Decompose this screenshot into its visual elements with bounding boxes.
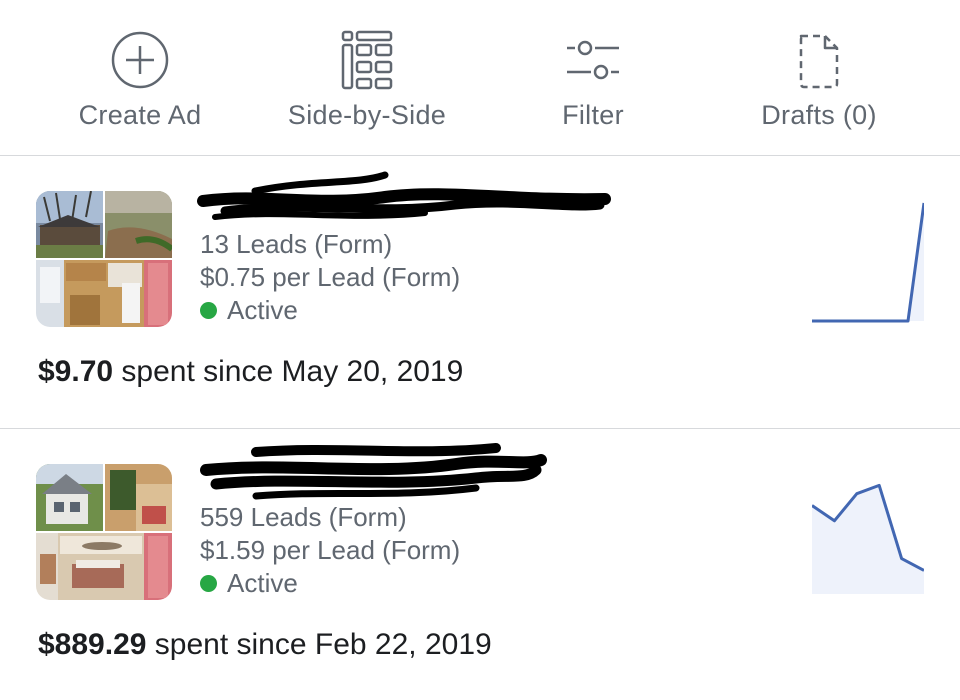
redaction-scribble [197, 171, 611, 220]
status-label: Active [227, 568, 298, 598]
document-icon [799, 34, 839, 89]
ad-row[interactable]: 559 Leads (Form) $1.59 per Lead (Form) A… [0, 430, 960, 700]
ads-toolbar: Create Ad Side-by-Side Filter Drafts (0) [0, 0, 960, 156]
filter-button[interactable]: Filter [483, 28, 703, 148]
status-label: Active [227, 295, 298, 325]
ad-row[interactable]: 13 Leads (Form) $0.75 per Lead (Form) Ac… [0, 157, 960, 429]
create-ad-button[interactable]: Create Ad [30, 28, 250, 148]
filter-sliders-icon [567, 40, 619, 80]
sparkline-area [812, 203, 924, 321]
spent-text: spent since May 20, 2019 [121, 355, 464, 388]
status-dot [200, 574, 217, 592]
performance-sparkline [812, 202, 924, 323]
spent-summary: $9.70 spent since May 20, 2019 [38, 355, 463, 389]
side-by-side-label: Side-by-Side [287, 100, 447, 130]
create-ad-label: Create Ad [78, 100, 202, 130]
spent-amount: $9.70 [38, 355, 114, 388]
status-indicator: Active [200, 568, 298, 599]
leads-count: 559 Leads (Form) [200, 502, 407, 532]
performance-sparkline [812, 483, 924, 594]
plus-circle-icon [111, 31, 169, 89]
sparkline-line [812, 202, 924, 323]
status-indicator: Active [200, 295, 298, 326]
status-dot [200, 301, 217, 319]
leads-count: 13 Leads (Form) [200, 229, 393, 259]
ads-manager-screen: Create Ad Side-by-Side Filter Drafts (0)… [0, 0, 960, 700]
ad-thumbnail-collage [36, 191, 172, 327]
cost-per-lead: $0.75 per Lead (Form) [200, 262, 461, 292]
spent-text: spent since Feb 22, 2019 [154, 628, 492, 661]
spent-amount: $889.29 [38, 628, 147, 661]
side-by-side-button[interactable]: Side-by-Side [257, 28, 477, 148]
drafts-label: Drafts (0) [761, 100, 877, 130]
cost-per-lead: $1.59 per Lead (Form) [200, 535, 461, 565]
redaction-scribble [200, 443, 547, 500]
side-by-side-icon [341, 30, 393, 90]
spent-summary: $889.29 spent since Feb 22, 2019 [38, 628, 492, 662]
ad-thumbnail-collage [36, 464, 172, 600]
sparkline-area [812, 485, 924, 594]
filter-label: Filter [562, 100, 624, 130]
drafts-button[interactable]: Drafts (0) [709, 28, 929, 148]
